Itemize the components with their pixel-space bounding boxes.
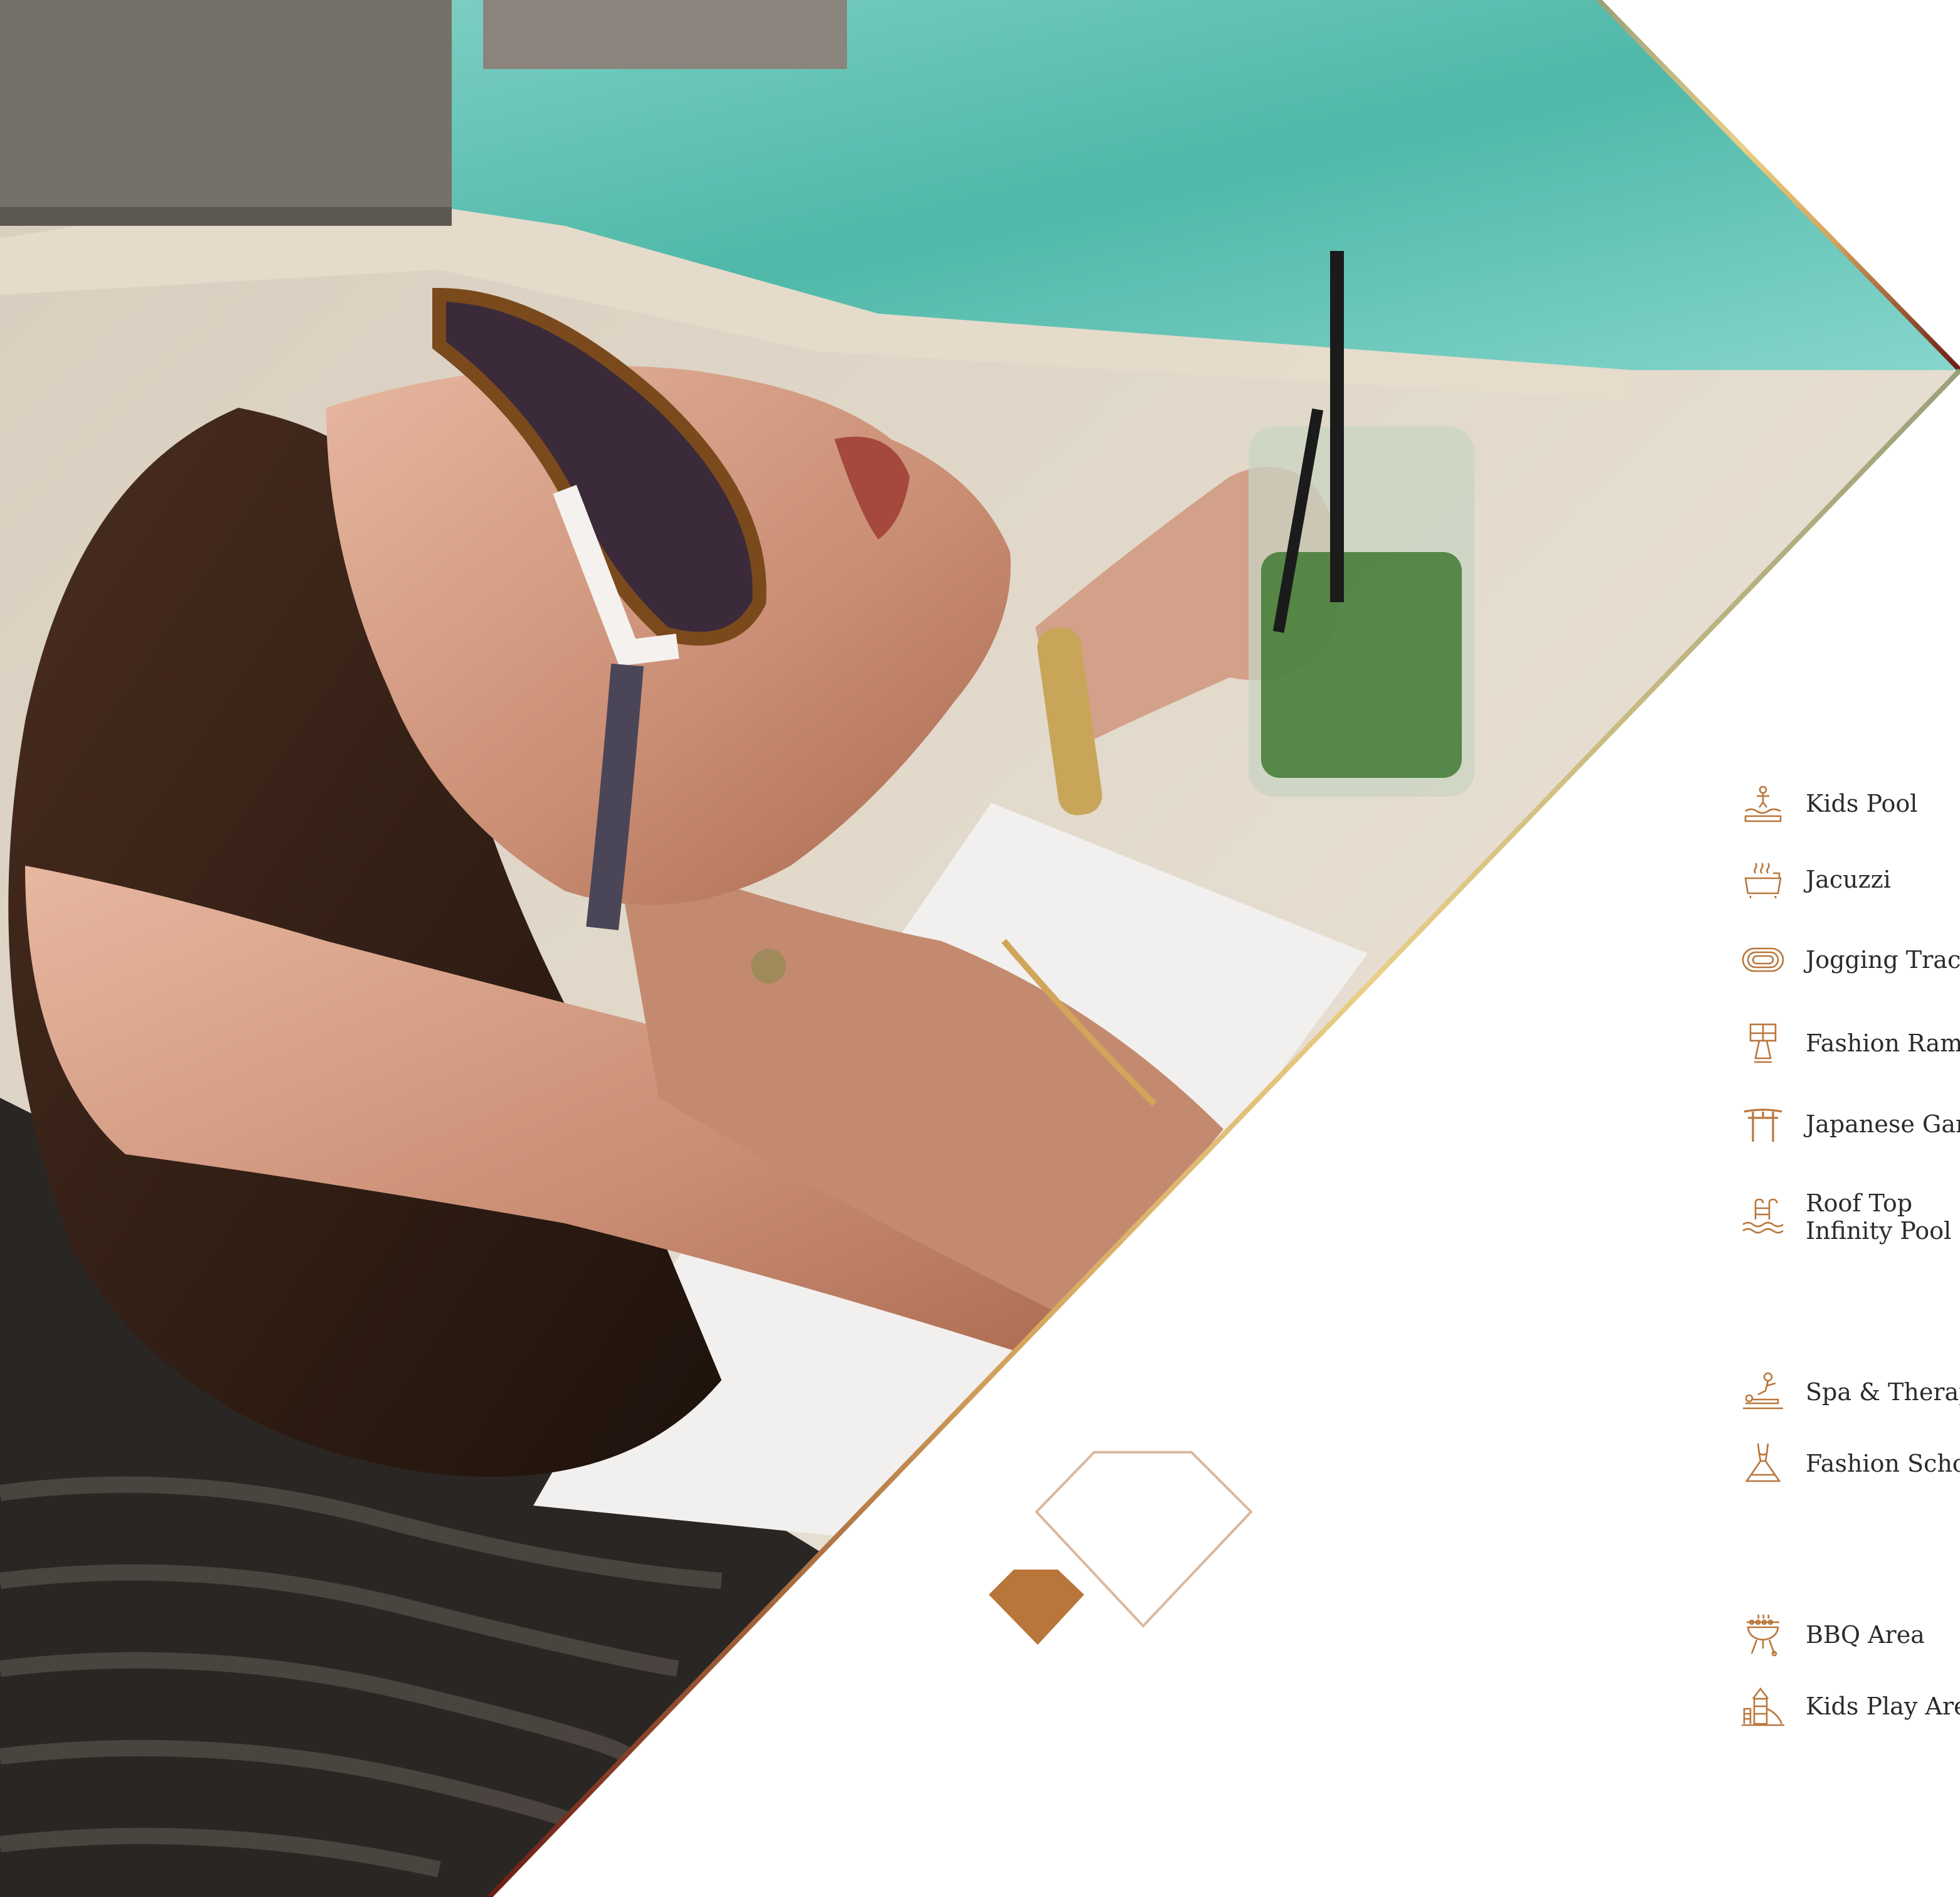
playground-icon [1742, 1687, 1784, 1726]
amenity-label: Kids Play Area [1806, 1692, 1960, 1720]
amenity-label: Japanese Garden [1806, 1110, 1960, 1138]
diamond-filled-icon [989, 1570, 1084, 1645]
amenity-jogging-track: Jogging Track [1740, 937, 1960, 982]
poolside-photo [0, 0, 1960, 1897]
jogging-track-icon [1742, 947, 1784, 972]
amenity-kids-pool: Kids Pool [1740, 781, 1917, 826]
amenity-jacuzzi: Jacuzzi [1740, 857, 1891, 902]
amenity-bbq-area: BBQ Area [1740, 1612, 1925, 1657]
spa-massage-icon [1743, 1372, 1783, 1410]
amenity-label: Jacuzzi [1806, 866, 1891, 893]
fashion-ramp-icon [1749, 1023, 1777, 1063]
amenity-label: Spa & Therapy [1806, 1378, 1960, 1406]
kids-pool-icon [1744, 785, 1782, 822]
amenity-fashion-school: Fashion School [1740, 1441, 1960, 1486]
brochure-page: Kids Pool Jacuzzi Jogging Track Fashion … [0, 0, 1960, 1897]
amenity-spa-therapy: Spa & Therapy [1740, 1369, 1960, 1415]
dress-form-icon [1745, 1443, 1781, 1482]
amenity-label: Jogging Track [1806, 946, 1960, 974]
torii-gate-icon [1744, 1108, 1782, 1142]
jacuzzi-icon [1744, 863, 1782, 898]
amenity-roof-top-infinity-pool: Roof Top Infinity Pool [1740, 1189, 1951, 1245]
bbq-grill-icon [1747, 1614, 1779, 1657]
amenity-label: Fashion Ramp [1806, 1029, 1960, 1057]
amenity-label: Kids Pool [1806, 790, 1918, 817]
amenity-label: Roof Top Infinity Pool [1806, 1189, 1951, 1245]
amenity-label-line1: Roof Top [1806, 1189, 1913, 1217]
pool-ladder-icon [1742, 1198, 1784, 1234]
amenity-japanese-garden: Japanese Garden [1740, 1102, 1960, 1147]
amenity-kids-play-area: Kids Play Area [1740, 1684, 1960, 1729]
amenity-label: BBQ Area [1806, 1621, 1925, 1649]
amenity-label: Fashion School [1806, 1450, 1960, 1477]
amenity-fashion-ramp: Fashion Ramp [1740, 1021, 1960, 1066]
amenity-label-line2: Infinity Pool [1806, 1217, 1952, 1245]
